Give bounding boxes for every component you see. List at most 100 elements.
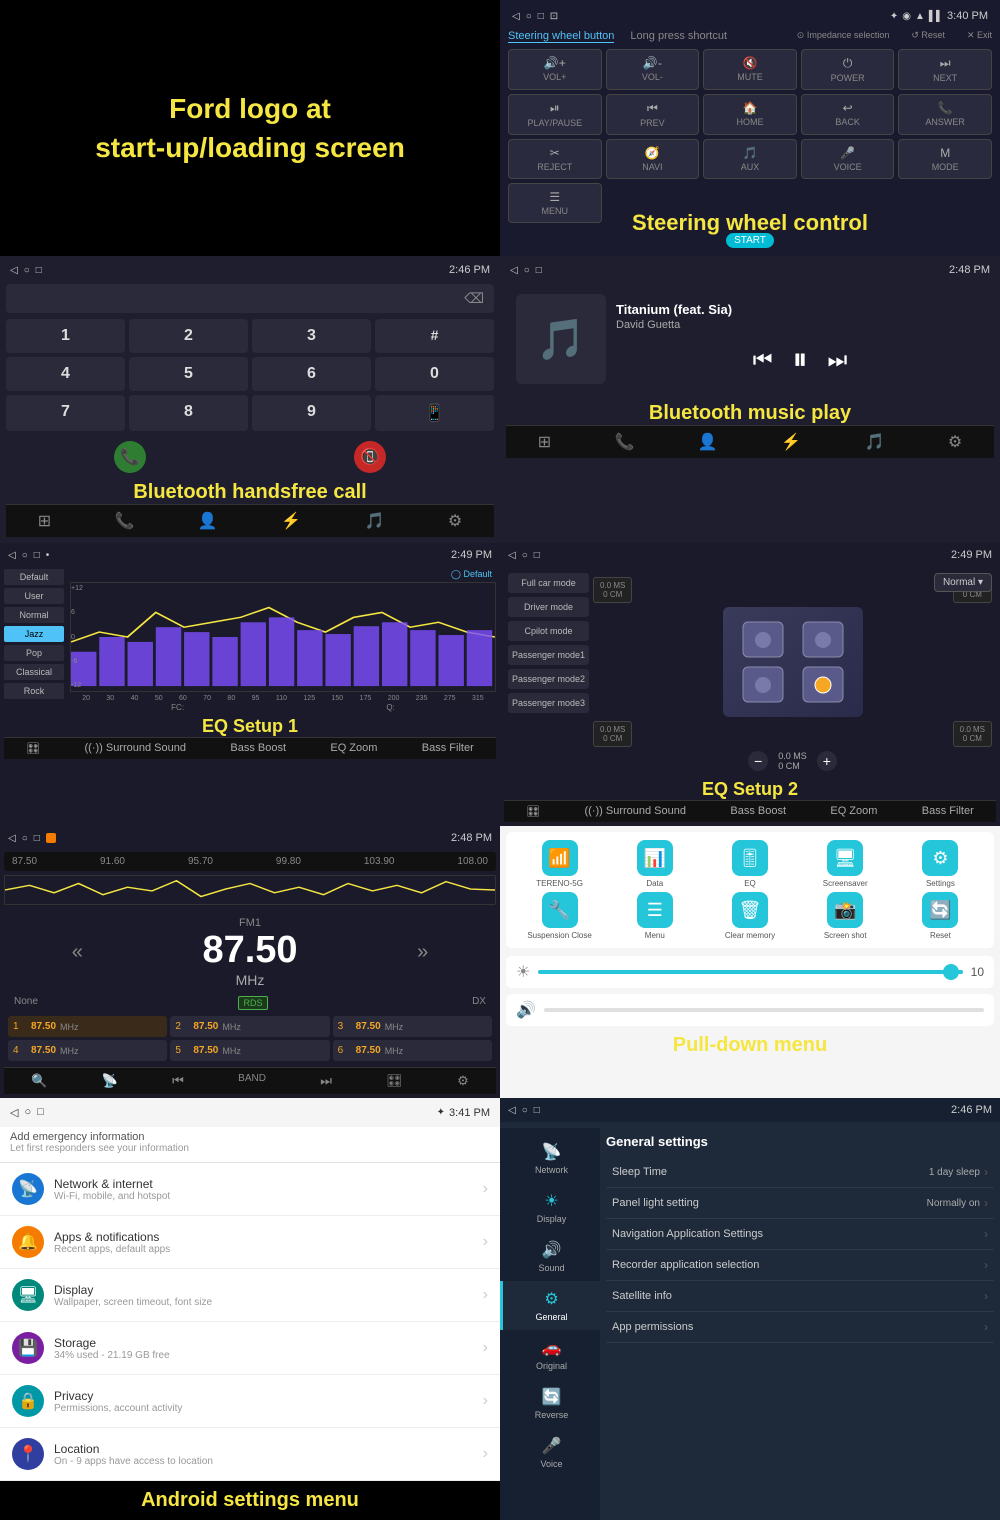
dialpad-key-8[interactable]: 8 — [129, 395, 248, 431]
gen-sidebar-sound[interactable]: 🔊 Sound — [500, 1232, 600, 1281]
music-nav2-icon[interactable]: 🎵 — [865, 432, 885, 452]
gen-setting-navigation-application-settings[interactable]: Navigation Application Settings › — [606, 1219, 994, 1250]
radio-preset-5[interactable]: 587.50MHz — [170, 1040, 329, 1061]
reset-label[interactable]: ↺ Reset — [911, 30, 945, 43]
end-call-button[interactable]: 📵 — [354, 441, 386, 473]
dialpad-key-4[interactable]: 4 — [6, 357, 125, 391]
zoom-label[interactable]: EQ Zoom — [330, 742, 377, 755]
gen-setting-satellite-info[interactable]: Satellite info › — [606, 1281, 994, 1312]
steering-button-back[interactable]: ↩BACK — [801, 94, 895, 135]
backspace-button[interactable]: ⌫ — [464, 290, 484, 307]
next-button[interactable]: ⏭ — [828, 347, 848, 373]
steering-button-prev[interactable]: ⏮PREV — [606, 94, 700, 135]
grid-nav2-icon[interactable]: ⊞ — [538, 432, 551, 452]
settings-nav2-icon[interactable]: ⚙ — [948, 432, 962, 452]
steering-button-home[interactable]: 🏠HOME — [703, 94, 797, 135]
surround-label[interactable]: ((·)) Surround Sound — [85, 742, 187, 755]
pulldown-icon-data[interactable]: 📊Data — [609, 840, 700, 888]
gen-sidebar-voice[interactable]: 🎤 Voice — [500, 1428, 600, 1477]
recent-eq2-icon[interactable]: □ — [534, 550, 540, 561]
home-icon[interactable]: ○ — [526, 11, 532, 22]
pulldown-icon-screen-shot[interactable]: 📸Screen shot — [800, 892, 891, 940]
eq2-mode-cpilot-mode[interactable]: Cpilot mode — [508, 621, 589, 641]
gen-sidebar-general[interactable]: ⚙ General — [500, 1281, 600, 1330]
settings-item-display[interactable]: 🖥 Display Wallpaper, screen timeout, fon… — [0, 1269, 500, 1322]
dialpad-key-6[interactable]: 6 — [252, 357, 371, 391]
filter2-label[interactable]: Bass Filter — [922, 805, 974, 818]
steering-button-vol+[interactable]: 🔊+VOL+ — [508, 49, 602, 90]
gen-sidebar-original[interactable]: 🚗 Original — [500, 1330, 600, 1379]
camera-icon[interactable]: ⊡ — [550, 11, 558, 22]
steering-button-voice[interactable]: 🎤VOICE — [801, 139, 895, 179]
steering-button-navi[interactable]: 🧭NAVI — [606, 139, 700, 179]
filter-label[interactable]: Bass Filter — [422, 742, 474, 755]
band-button[interactable]: BAND — [238, 1073, 266, 1089]
gen-sidebar-reverse[interactable]: 🔄 Reverse — [500, 1379, 600, 1428]
eq-radio-icon[interactable]: 🎛 — [386, 1073, 403, 1089]
steering-button-mute[interactable]: 🔇MUTE — [703, 49, 797, 90]
eq-preset-jazz[interactable]: Jazz — [4, 626, 64, 642]
pulldown-icon-suspension-close[interactable]: 🔧Suspension Close — [514, 892, 605, 940]
recent-gs-icon[interactable]: □ — [534, 1105, 540, 1116]
settings-radio-icon[interactable]: ⚙ — [457, 1073, 469, 1089]
phone-nav-icon[interactable]: 📞 — [115, 511, 135, 531]
prev-radio-button[interactable]: ⏮ — [172, 1073, 184, 1089]
back-radio-icon[interactable]: ◁ — [8, 833, 16, 844]
radio-preset-6[interactable]: 687.50MHz — [333, 1040, 492, 1061]
steering-button-mode[interactable]: MMODE — [898, 139, 992, 179]
bluetooth-nav2-icon[interactable]: ⚡ — [781, 432, 801, 452]
pulldown-icon-screensaver[interactable]: 🖥Screensaver — [800, 840, 891, 888]
phone-nav2-icon[interactable]: 📞 — [615, 432, 635, 452]
gen-setting-app-permissions[interactable]: App permissions › — [606, 1312, 994, 1343]
dialpad-key-3[interactable]: 3 — [252, 319, 371, 353]
pulldown-icon-clear-memory[interactable]: 🗑Clear memory — [704, 892, 795, 940]
eq2-mode-passenger-mode2[interactable]: Passenger mode2 — [508, 669, 589, 689]
eq2-mode-passenger-mode1[interactable]: Passenger mode1 — [508, 645, 589, 665]
steering-button-play/pause[interactable]: ⏯PLAY/PAUSE — [508, 94, 602, 135]
radio-preset-4[interactable]: 487.50MHz — [8, 1040, 167, 1061]
recent-radio-icon[interactable]: □ — [34, 833, 40, 844]
dialpad-key-1[interactable]: 1 — [6, 319, 125, 353]
settings-item-network-&-internet[interactable]: 📡 Network & internet Wi-Fi, mobile, and … — [0, 1163, 500, 1216]
gen-setting-panel-light-setting[interactable]: Panel light setting Normally on› — [606, 1188, 994, 1219]
eq-preset-normal[interactable]: Normal — [4, 607, 64, 623]
recent-as-icon[interactable]: □ — [37, 1106, 44, 1119]
gen-sidebar-display[interactable]: ☀ Display — [500, 1183, 600, 1232]
home-nav-icon[interactable]: ○ — [24, 265, 30, 276]
eq2-mode-passenger-mode3[interactable]: Passenger mode3 — [508, 693, 589, 713]
gen-setting-recorder-application-selection[interactable]: Recorder application selection › — [606, 1250, 994, 1281]
radio-preset-1[interactable]: 187.50MHz — [8, 1016, 167, 1037]
search-radio-icon[interactable]: 🔍 — [31, 1073, 47, 1089]
eq-preset-classical[interactable]: Classical — [4, 664, 64, 680]
eq-preset-user[interactable]: User — [4, 588, 64, 604]
settings-item-privacy[interactable]: 🔒 Privacy Permissions, account activity … — [0, 1375, 500, 1428]
skip-back-button[interactable]: « — [72, 941, 83, 964]
back-nav2-icon[interactable]: ◁ — [510, 265, 518, 276]
home-as-icon[interactable]: ○ — [24, 1106, 31, 1119]
back-gs-icon[interactable]: ◁ — [508, 1105, 516, 1116]
dialpad-key-5[interactable]: 5 — [129, 357, 248, 391]
pulldown-icon-tereno-5g[interactable]: 📶TERENO-5G — [514, 840, 605, 888]
settings-nav-icon[interactable]: ⚙ — [448, 511, 462, 531]
call-button[interactable]: 📞 — [114, 441, 146, 473]
radio-preset-3[interactable]: 387.50MHz — [333, 1016, 492, 1037]
back-eq1-icon[interactable]: ◁ — [8, 550, 16, 561]
steering-tab-active[interactable]: Steering wheel button — [508, 30, 614, 43]
skip-forward-button[interactable]: » — [417, 941, 428, 964]
gen-sidebar-network[interactable]: 📡 Network — [500, 1134, 600, 1183]
exit-label[interactable]: ✕ Exit — [967, 30, 992, 43]
square-icon[interactable]: □ — [538, 11, 544, 22]
eq-mixer-icon[interactable]: 🎛 — [26, 742, 40, 755]
bass2-label[interactable]: Bass Boost — [730, 805, 786, 818]
dialpad-key-7[interactable]: 7 — [6, 395, 125, 431]
eq2-mode-full-car-mode[interactable]: Full car mode — [508, 573, 589, 593]
grid-nav-icon[interactable]: ⊞ — [38, 511, 51, 531]
steering-button-aux[interactable]: 🎵AUX — [703, 139, 797, 179]
home-eq1-icon[interactable]: ○ — [22, 550, 28, 561]
recent-nav2-icon[interactable]: □ — [536, 265, 542, 276]
prev-button[interactable]: ⏮ — [753, 347, 773, 373]
eq-preset-default[interactable]: Default — [4, 569, 64, 585]
home-gs-icon[interactable]: ○ — [522, 1105, 528, 1116]
pulldown-icon-reset[interactable]: 🔄Reset — [895, 892, 986, 940]
steering-button-answer[interactable]: 📞ANSWER — [898, 94, 992, 135]
